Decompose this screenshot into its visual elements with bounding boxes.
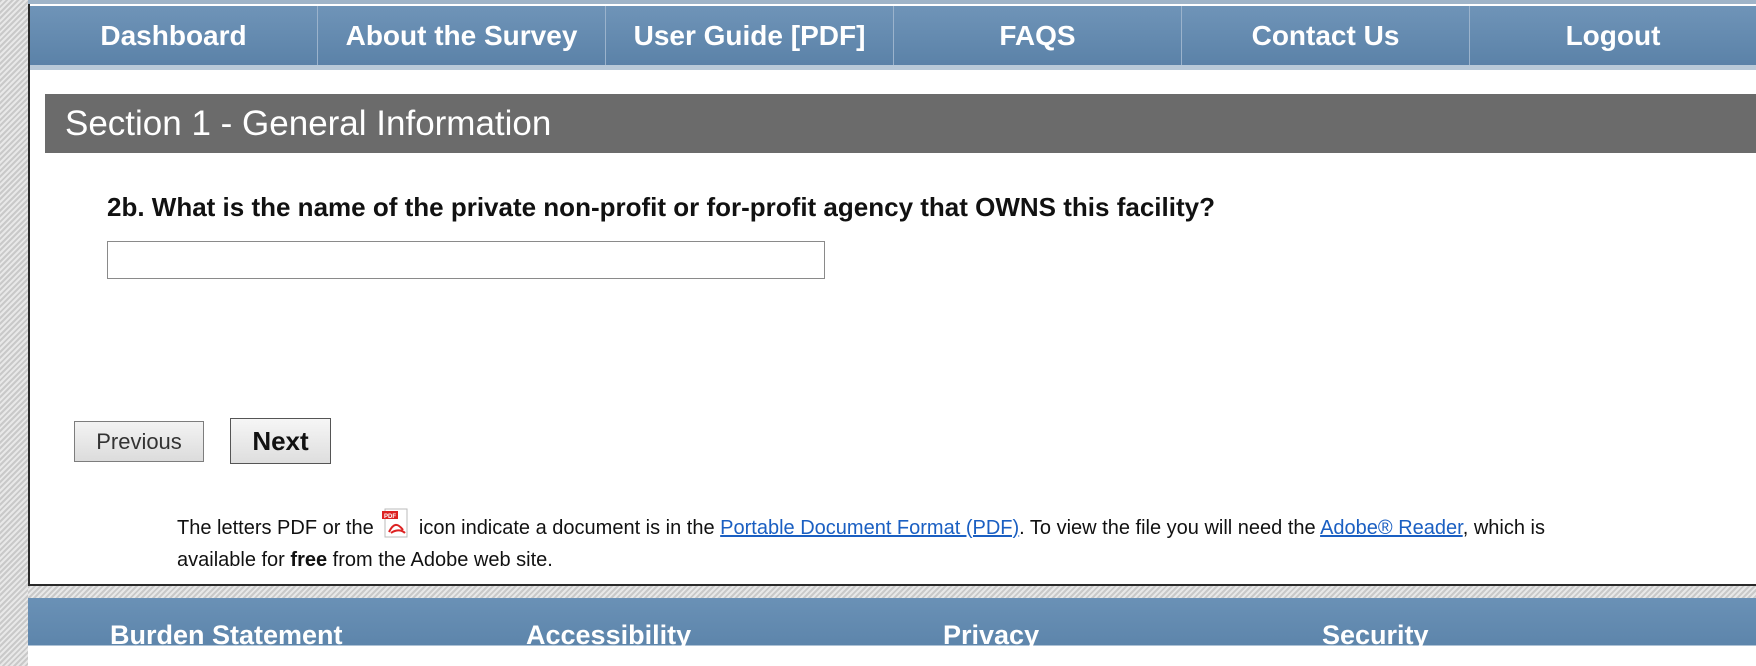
nav-logout[interactable]: Logout	[1470, 6, 1756, 65]
content-panel	[28, 4, 1756, 586]
nav-dashboard[interactable]: Dashboard	[30, 6, 318, 65]
footer: Burden Statement Accessibility Privacy S…	[28, 598, 1756, 666]
footer-security-link[interactable]: Security	[1322, 620, 1429, 651]
adobe-reader-link[interactable]: Adobe® Reader	[1320, 517, 1463, 539]
footer-divider-pattern	[28, 586, 1756, 598]
nav-user-guide[interactable]: User Guide [PDF]	[606, 6, 894, 65]
left-border-pattern	[0, 0, 28, 666]
previous-button[interactable]: Previous	[74, 421, 204, 462]
next-button[interactable]: Next	[230, 418, 331, 464]
svg-text:PDF: PDF	[384, 514, 396, 520]
owner-agency-input[interactable]	[107, 241, 825, 279]
footer-privacy-link[interactable]: Privacy	[943, 620, 1039, 651]
pdf-note-text-1: The letters PDF or the	[177, 517, 374, 539]
pdf-note-text-3: . To view the file you will need the	[1019, 517, 1316, 539]
section-title: Section 1 - General Information	[45, 94, 1756, 153]
pdf-icon: PDF	[382, 508, 408, 538]
pdf-note-free: free	[290, 549, 328, 571]
pdf-note-text-5: from the Adobe web site.	[332, 549, 553, 571]
pdf-notice: The letters PDF or the PDF icon indicate…	[177, 508, 1597, 576]
top-nav: Dashboard About the Survey User Guide [P…	[30, 6, 1756, 70]
nav-contact-us[interactable]: Contact Us	[1182, 6, 1470, 65]
pdf-note-text-2: icon indicate a document is in the	[418, 517, 715, 539]
nav-about-survey[interactable]: About the Survey	[318, 6, 606, 65]
footer-accessibility-link[interactable]: Accessibility	[526, 620, 691, 651]
nav-faqs[interactable]: FAQS	[894, 6, 1182, 65]
question-label: 2b. What is the name of the private non-…	[107, 192, 1215, 222]
pdf-format-link[interactable]: Portable Document Format (PDF)	[720, 517, 1019, 539]
footer-burden-statement-link[interactable]: Burden Statement	[110, 620, 343, 651]
